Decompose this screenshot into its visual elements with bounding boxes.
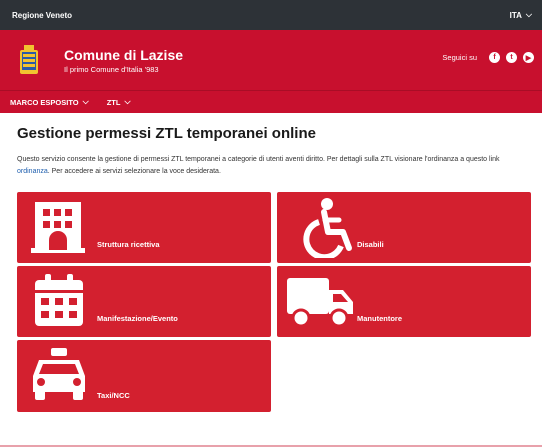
site-title: Comune di Lazise [64,46,184,63]
card-disabili[interactable]: Disabili [277,192,531,263]
twitter-icon[interactable]: t [506,52,517,63]
ordinanza-link[interactable]: ordinanza [17,168,48,175]
card-label: Disabili [357,240,384,249]
page-title: Gestione permessi ZTL temporanei online [17,125,316,142]
wheelchair-icon [303,198,352,258]
nav-item-user[interactable]: MARCO ESPOSITO ⌵ [10,97,89,107]
card-label: Taxi/NCC [97,391,130,400]
site-header: Comune di Lazise Il primo Comune d'Itali… [0,30,542,90]
crest-icon [20,45,38,74]
social-links: Seguici su f t ▶ [442,52,534,63]
description-text-1: Questo servizio consente la gestione di … [17,156,500,163]
card-label: Manutentore [357,314,402,323]
chevron-down-icon: ⌵ [124,97,131,106]
taxi-icon [33,348,85,400]
region-link[interactable]: Regione Veneto [12,11,72,20]
card-taxi-ncc[interactable]: Taxi/NCC [17,340,271,412]
building-icon [31,202,85,253]
main-nav: MARCO ESPOSITO ⌵ ZTL ⌵ [0,90,542,113]
nav-item-ztl[interactable]: ZTL ⌵ [107,97,131,107]
youtube-icon[interactable]: ▶ [523,52,534,63]
site-subtitle: Il primo Comune d'Italia '983 [64,64,159,74]
follow-label: Seguici su [442,53,477,62]
card-manutentore[interactable]: Manutentore [277,266,531,337]
nav-user-label: MARCO ESPOSITO [10,97,79,107]
top-bar: Regione Veneto ITA ⌵ [0,0,542,30]
calendar-icon [35,274,83,326]
description-text-2: . Per accedere ai servizi selezionare la… [47,168,221,175]
nav-ztl-label: ZTL [106,97,121,107]
card-struttura-ricettiva[interactable]: Struttura ricettiva [17,192,271,263]
page-description: Questo servizio consente la gestione di … [17,154,527,178]
facebook-icon[interactable]: f [489,52,500,63]
brand[interactable]: Comune di Lazise Il primo Comune d'Itali… [64,47,183,74]
language-label: ITA [509,10,522,20]
card-manifestazione-evento[interactable]: Manifestazione/Evento [17,266,271,337]
truck-icon [287,278,353,328]
card-label: Manifestazione/Evento [97,314,178,323]
language-selector[interactable]: ITA ⌵ [510,10,532,20]
card-label: Struttura ricettiva [97,240,160,249]
chevron-down-icon: ⌵ [82,97,89,106]
chevron-down-icon: ⌵ [525,10,532,19]
